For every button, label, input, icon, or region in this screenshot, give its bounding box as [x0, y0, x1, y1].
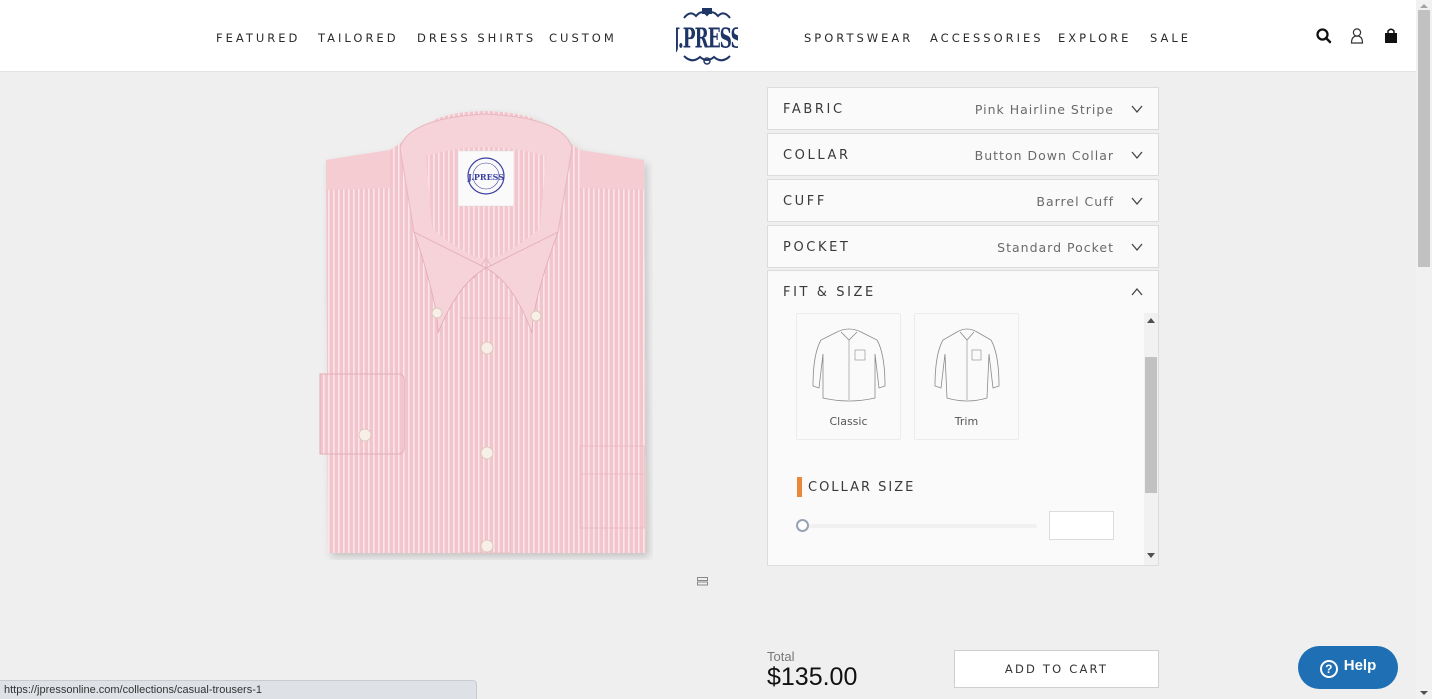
collar-size-slider-track[interactable]	[803, 524, 1037, 528]
option-value: Button Down Collar	[974, 148, 1114, 163]
chevron-down-icon	[1130, 239, 1144, 253]
help-label: Help	[1343, 657, 1377, 674]
shopping-bag-icon[interactable]	[1382, 27, 1400, 45]
nav-tailored[interactable]: TAILORED	[318, 31, 399, 45]
option-value: Pink Hairline Stripe	[974, 102, 1114, 117]
fit-size-label: FIT & SIZE	[783, 285, 876, 300]
help-question-icon: ?	[1319, 660, 1338, 678]
scroll-down-arrow-icon[interactable]	[1420, 691, 1428, 695]
scroll-up-arrow-icon[interactable]	[1420, 4, 1428, 8]
total-price: $135.00	[767, 663, 858, 691]
fit-option-label: Trim	[954, 415, 979, 428]
collar-size-slider-handle[interactable]	[796, 519, 809, 532]
panel-scrollbar-thumb[interactable]	[1145, 357, 1157, 493]
nav-custom[interactable]: CUSTOM	[549, 31, 617, 45]
nav-dress-shirts[interactable]: DRESS SHIRTS	[417, 31, 536, 45]
option-label: CUFF	[783, 194, 827, 209]
option-cuff[interactable]: CUFF Barrel Cuff	[767, 179, 1159, 222]
chevron-down-icon	[1130, 193, 1144, 207]
enlarge-icon[interactable]	[697, 571, 708, 586]
collar-size-label: COLLAR SIZE	[808, 480, 916, 495]
option-pocket[interactable]: POCKET Standard Pocket	[767, 225, 1159, 268]
chevron-down-icon	[1130, 147, 1144, 161]
add-to-cart-button[interactable]: ADD TO CART	[954, 650, 1159, 688]
nav-accessories[interactable]: ACCESSORIES	[930, 31, 1044, 45]
product-image: J.PRESS	[318, 108, 653, 560]
classic-shirt-icon	[812, 328, 886, 402]
fit-option-classic[interactable]: Classic	[796, 313, 901, 440]
page-scrollbar[interactable]	[1416, 0, 1432, 699]
collar-size-input[interactable]	[1049, 511, 1114, 540]
scroll-down-arrow-icon[interactable]	[1147, 553, 1155, 558]
brand-logo-text: J.PRESS	[676, 24, 738, 55]
fit-option-label: Classic	[829, 415, 868, 428]
option-fabric[interactable]: FABRIC Pink Hairline Stripe	[767, 87, 1159, 130]
fit-size-header[interactable]: FIT & SIZE	[768, 271, 1158, 314]
status-bar-url: https://jpressonline.com/collections/cas…	[0, 680, 477, 699]
site-header: FEATURED TAILORED DRESS SHIRTS CUSTOM J.…	[0, 0, 1416, 72]
fit-size-content: Classic Trim COLLAR SIZE	[768, 313, 1158, 565]
fit-option-trim[interactable]: Trim	[914, 313, 1019, 440]
search-icon[interactable]	[1315, 27, 1333, 45]
nav-sale[interactable]: SALE	[1150, 31, 1191, 45]
nav-sportswear[interactable]: SPORTSWEAR	[804, 31, 913, 45]
nav-explore[interactable]: EXPLORE	[1058, 31, 1131, 45]
collar-size-accent-bar	[797, 477, 802, 497]
page-scrollbar-thumb[interactable]	[1418, 10, 1430, 267]
option-value: Barrel Cuff	[1036, 194, 1114, 209]
scroll-up-arrow-icon[interactable]	[1147, 318, 1155, 323]
option-collar[interactable]: COLLAR Button Down Collar	[767, 133, 1159, 176]
total-label: Total	[767, 649, 795, 664]
brand-logo[interactable]: J.PRESS	[671, 6, 744, 66]
account-icon[interactable]	[1348, 27, 1366, 45]
option-label: FABRIC	[783, 102, 845, 117]
panel-scrollbar[interactable]	[1144, 313, 1158, 565]
nav-featured[interactable]: FEATURED	[216, 31, 300, 45]
help-button[interactable]: ? Help	[1298, 646, 1398, 689]
option-value: Standard Pocket	[997, 240, 1114, 255]
chevron-up-icon	[1130, 284, 1144, 298]
chevron-down-icon	[1130, 101, 1144, 115]
svg-text:J.PRESS: J.PRESS	[467, 172, 504, 182]
option-label: POCKET	[783, 240, 851, 255]
fit-size-panel: FIT & SIZE Classic Trim COLLAR SIZE	[767, 270, 1159, 566]
option-label: COLLAR	[783, 148, 851, 163]
trim-shirt-icon	[934, 328, 1000, 402]
